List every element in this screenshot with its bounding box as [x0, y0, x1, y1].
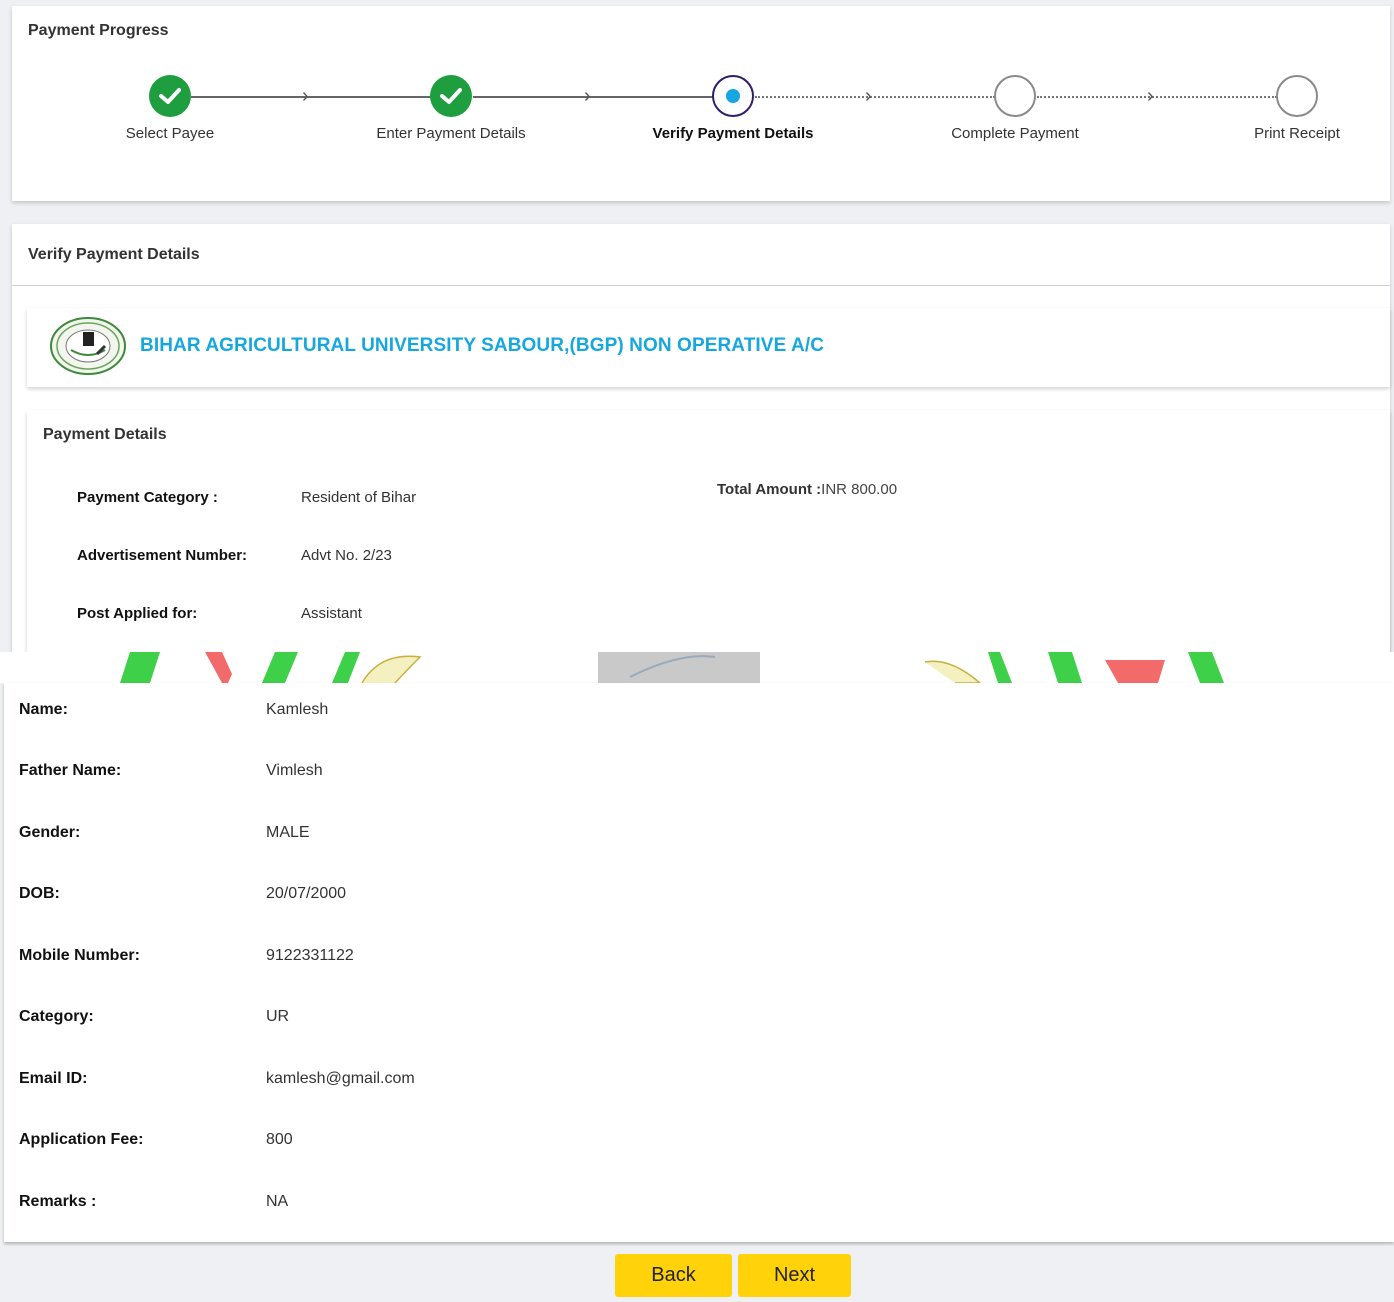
payment-progress-title: Payment Progress	[28, 22, 169, 39]
decorative-watermark-band	[0, 652, 1394, 683]
applicant-details-section: Name: Kamlesh Father Name: Vimlesh Gende…	[4, 683, 1394, 1242]
application-fee-value: 800	[266, 1131, 293, 1148]
gender-label: Gender:	[19, 824, 81, 841]
payee-org-card: BIHAR AGRICULTURAL UNIVERSITY SABOUR,(BG…	[27, 308, 1390, 387]
payment-category-label: Payment Category :	[77, 489, 218, 506]
chevron-right-icon: ›	[302, 85, 309, 107]
chevron-right-icon: ›	[1147, 85, 1154, 107]
application-fee-label: Application Fee:	[19, 1131, 144, 1148]
verify-section-title: Verify Payment Details	[28, 246, 200, 263]
mobile-number-value: 9122331122	[266, 947, 354, 964]
advertisement-number-value: Advt No. 2/23	[301, 547, 392, 564]
step-enter-payment-details[interactable]	[430, 75, 472, 117]
advertisement-number-label: Advertisement Number:	[77, 547, 248, 564]
connector-4	[1037, 96, 1277, 98]
university-logo-icon	[49, 316, 127, 376]
email-id-value: kamlesh@gmail.com	[266, 1070, 415, 1087]
mobile-number-label: Mobile Number:	[19, 947, 140, 964]
connector-3	[755, 96, 995, 98]
back-button[interactable]: Back	[615, 1254, 732, 1297]
divider	[12, 285, 1390, 286]
check-icon	[440, 88, 462, 104]
step-label-print-receipt: Print Receipt	[1254, 125, 1340, 142]
payment-details-card: Payment Details Payment Category : Resid…	[27, 410, 1390, 660]
name-label: Name:	[19, 701, 68, 718]
watermark-decoration-icon	[120, 652, 1224, 683]
connector-1	[191, 96, 431, 98]
total-amount-label: Total Amount :	[717, 481, 822, 498]
post-applied-value: Assistant	[301, 605, 362, 622]
father-name-value: Vimlesh	[266, 762, 323, 779]
total-amount-value: INR 800.00	[821, 481, 898, 498]
payment-progress-card: Payment Progress › › › › Select Payee En…	[12, 6, 1390, 201]
remarks-label: Remarks :	[19, 1193, 97, 1210]
step-label-complete-payment: Complete Payment	[951, 125, 1079, 142]
post-applied-label: Post Applied for:	[77, 605, 198, 622]
remarks-value: NA	[266, 1193, 289, 1210]
connector-2	[473, 96, 713, 98]
email-id-label: Email ID:	[19, 1070, 88, 1087]
category-value: UR	[266, 1008, 290, 1025]
category-label: Category:	[19, 1008, 94, 1025]
gender-value: MALE	[266, 824, 310, 841]
next-button[interactable]: Next	[738, 1254, 851, 1297]
step-label-verify-payment-details: Verify Payment Details	[652, 125, 814, 142]
step-print-receipt	[1276, 75, 1318, 117]
chevron-right-icon: ›	[865, 85, 872, 107]
check-icon	[159, 88, 181, 104]
total-amount: Total Amount :INR 800.00	[717, 481, 897, 498]
step-complete-payment	[994, 75, 1036, 117]
chevron-right-icon: ›	[584, 85, 591, 107]
father-name-label: Father Name:	[19, 762, 122, 779]
name-value: Kamlesh	[266, 701, 329, 718]
payment-category-value: Resident of Bihar	[301, 489, 417, 506]
current-step-dot-icon	[726, 89, 740, 103]
step-verify-payment-details	[712, 75, 754, 117]
step-label-enter-payment-details: Enter Payment Details	[376, 125, 526, 142]
payee-org-name: BIHAR AGRICULTURAL UNIVERSITY SABOUR,(BG…	[140, 335, 825, 356]
step-label-select-payee: Select Payee	[125, 125, 215, 142]
payment-details-title: Payment Details	[43, 426, 167, 443]
verify-payment-details-card: Verify Payment Details BIHAR AGRICULTURA…	[12, 224, 1390, 660]
step-select-payee[interactable]	[149, 75, 191, 117]
dob-label: DOB:	[19, 885, 60, 902]
dob-value: 20/07/2000	[266, 885, 347, 902]
